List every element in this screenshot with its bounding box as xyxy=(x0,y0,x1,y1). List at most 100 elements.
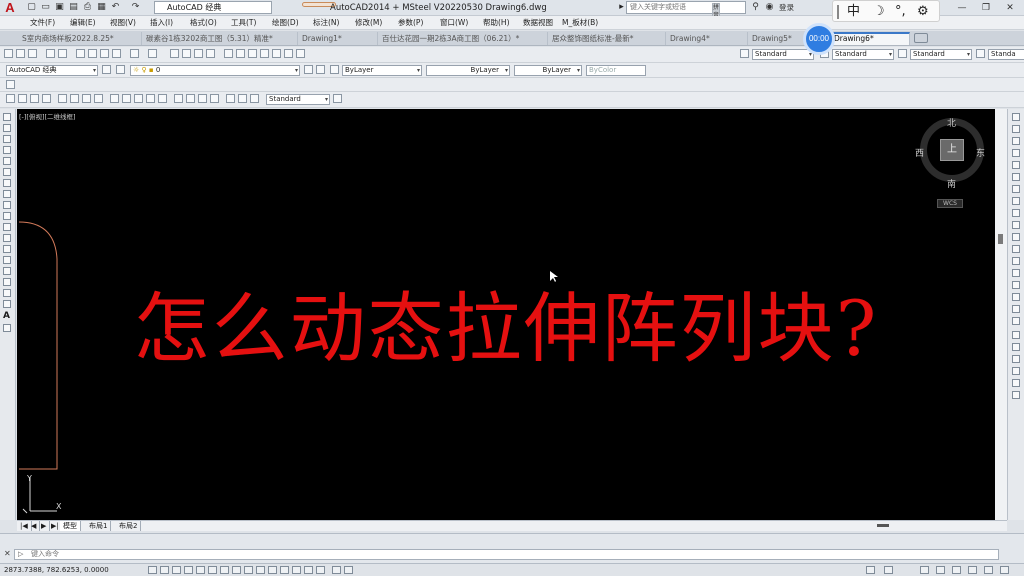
dim-style-manager-icon[interactable] xyxy=(333,94,342,103)
binoculars-icon[interactable]: ⚲ xyxy=(750,2,761,13)
make-current-layer-icon[interactable] xyxy=(304,65,313,74)
quick-properties-icon[interactable] xyxy=(292,566,301,574)
center-mark-icon[interactable] xyxy=(186,94,195,103)
ime-fullwidth-icon[interactable]: ☽ xyxy=(873,4,885,20)
spline-icon[interactable] xyxy=(3,201,11,209)
tab-layout2[interactable]: 布局2 xyxy=(116,521,142,531)
dim-space-icon[interactable] xyxy=(146,94,155,103)
ellipse-arc-icon[interactable] xyxy=(3,223,11,231)
close-button[interactable]: ✕ xyxy=(998,0,1022,16)
join-icon[interactable] xyxy=(1012,269,1020,277)
object-snap-icon[interactable] xyxy=(208,566,217,574)
save-as-icon[interactable]: ▤ xyxy=(68,2,79,13)
quick-dim-icon[interactable] xyxy=(110,94,119,103)
new-icon[interactable] xyxy=(4,49,13,58)
drawing-canvas[interactable]: [-][俯视][二维线框] Y X 怎么动态拉伸阵列块? 上 北 南 东 西 W… xyxy=(17,109,995,520)
add-selected-icon[interactable] xyxy=(3,324,11,332)
doc-tab[interactable]: Drawing4* xyxy=(666,32,748,45)
zoom-window-icon[interactable] xyxy=(194,49,203,58)
dynamic-ucs-icon[interactable] xyxy=(244,566,253,574)
workspace-settings-icon[interactable] xyxy=(102,65,111,74)
radius-dim-icon[interactable] xyxy=(58,94,67,103)
infer-constraints-icon[interactable] xyxy=(148,566,157,574)
lineweight-icon[interactable] xyxy=(268,566,277,574)
doc-tab[interactable]: Drawing1* xyxy=(298,32,378,45)
paste-icon[interactable] xyxy=(100,49,109,58)
arc-length-icon[interactable] xyxy=(30,94,39,103)
dim-style-dropdown[interactable]: Standard ▾ xyxy=(266,94,330,105)
save-icon[interactable]: ▣ xyxy=(54,2,65,13)
insert-block-icon[interactable] xyxy=(3,234,11,242)
help-icon[interactable] xyxy=(296,49,305,58)
lock-ui-icon[interactable] xyxy=(936,566,945,574)
blend-icon[interactable] xyxy=(1012,305,1020,313)
ellipse-icon[interactable] xyxy=(3,212,11,220)
send-back-icon[interactable] xyxy=(1012,355,1020,363)
dim-edit-icon[interactable] xyxy=(226,94,235,103)
transparency-icon[interactable] xyxy=(280,566,289,574)
vertical-scrollbar[interactable] xyxy=(995,109,1007,520)
close-command-icon[interactable]: ✕ xyxy=(4,549,11,558)
quick-view-icon[interactable] xyxy=(344,566,353,574)
revision-cloud-icon[interactable] xyxy=(3,190,11,198)
make-block-icon[interactable] xyxy=(3,245,11,253)
dim-break-icon[interactable] xyxy=(158,94,167,103)
linear-dim-icon[interactable] xyxy=(6,94,15,103)
annotation-visibility-icon[interactable] xyxy=(884,566,893,574)
recording-timer[interactable]: 00:00 xyxy=(803,23,835,55)
dim-style-select[interactable]: Standard ▾ xyxy=(832,49,894,60)
redo-icon[interactable] xyxy=(148,49,157,58)
dim-update-icon[interactable] xyxy=(250,94,259,103)
line-icon[interactable] xyxy=(3,113,11,121)
preview-icon[interactable] xyxy=(58,49,67,58)
gradient-icon[interactable] xyxy=(3,278,11,286)
restore-button[interactable]: ❐ xyxy=(974,0,998,16)
offset-icon[interactable] xyxy=(1012,149,1020,157)
menu-draw[interactable]: 绘图(D) xyxy=(272,17,299,29)
workspace-switch-icon[interactable] xyxy=(920,566,929,574)
bring-front-icon[interactable] xyxy=(1012,343,1020,351)
aligned-dim-icon[interactable] xyxy=(18,94,27,103)
fillet-icon[interactable] xyxy=(1012,293,1020,301)
text-style-select[interactable]: Standard ▾ xyxy=(752,49,814,60)
rotate-icon[interactable] xyxy=(1012,185,1020,193)
3d-snap-icon[interactable] xyxy=(220,566,229,574)
dynamic-input-icon[interactable] xyxy=(256,566,265,574)
open-file-icon[interactable]: ▭ xyxy=(40,2,51,13)
tab-layout1[interactable]: 布局1 xyxy=(86,521,112,531)
menu-parametric[interactable]: 参数(P) xyxy=(398,17,423,29)
cut-icon[interactable] xyxy=(76,49,85,58)
menu-window[interactable]: 窗口(W) xyxy=(440,17,468,29)
layer-properties-icon[interactable] xyxy=(116,65,125,74)
diameter-dim-icon[interactable] xyxy=(82,94,91,103)
undo-icon[interactable] xyxy=(130,49,139,58)
search-input[interactable]: 键入关键字或短语 xyxy=(626,1,746,14)
color-select[interactable]: ByLayer ▾ xyxy=(342,65,422,76)
doc-tab[interactable]: 居众整饰图纸标准-最新* xyxy=(548,32,666,45)
ime-punctuation-icon[interactable]: °, xyxy=(895,4,906,20)
tolerance-icon[interactable] xyxy=(174,94,183,103)
move-icon[interactable] xyxy=(1012,173,1020,181)
wcs-menu[interactable]: WCS xyxy=(937,199,963,208)
dim-text-edit-icon[interactable] xyxy=(238,94,247,103)
hatch-icon[interactable] xyxy=(3,267,11,275)
linetype-select[interactable]: ByLayer ▾ xyxy=(426,65,510,76)
print-icon[interactable]: ⎙ xyxy=(82,2,93,13)
tool-palettes-icon[interactable] xyxy=(248,49,257,58)
stretch-icon[interactable] xyxy=(1012,209,1020,217)
tab-model[interactable]: 模型 xyxy=(60,521,81,531)
doc-tab[interactable]: 百仕达花园一期2栋3A商工图（06.21）* xyxy=(378,32,548,45)
clean-screen-icon[interactable] xyxy=(1000,566,1009,574)
menu-tools[interactable]: 工具(T) xyxy=(231,17,256,29)
annotation-monitor-icon[interactable] xyxy=(316,566,325,574)
arc-icon[interactable] xyxy=(3,168,11,176)
extend-icon[interactable] xyxy=(1012,233,1020,241)
menu-dimension[interactable]: 标注(N) xyxy=(313,17,339,29)
zoom-previous-icon[interactable] xyxy=(206,49,215,58)
multileader-style-icon[interactable] xyxy=(976,49,985,58)
redo-icon[interactable]: ↷ xyxy=(130,2,141,13)
pan-icon[interactable] xyxy=(170,49,179,58)
table-style-icon[interactable] xyxy=(898,49,907,58)
open-icon[interactable] xyxy=(16,49,25,58)
minimize-button[interactable]: — xyxy=(950,0,974,16)
